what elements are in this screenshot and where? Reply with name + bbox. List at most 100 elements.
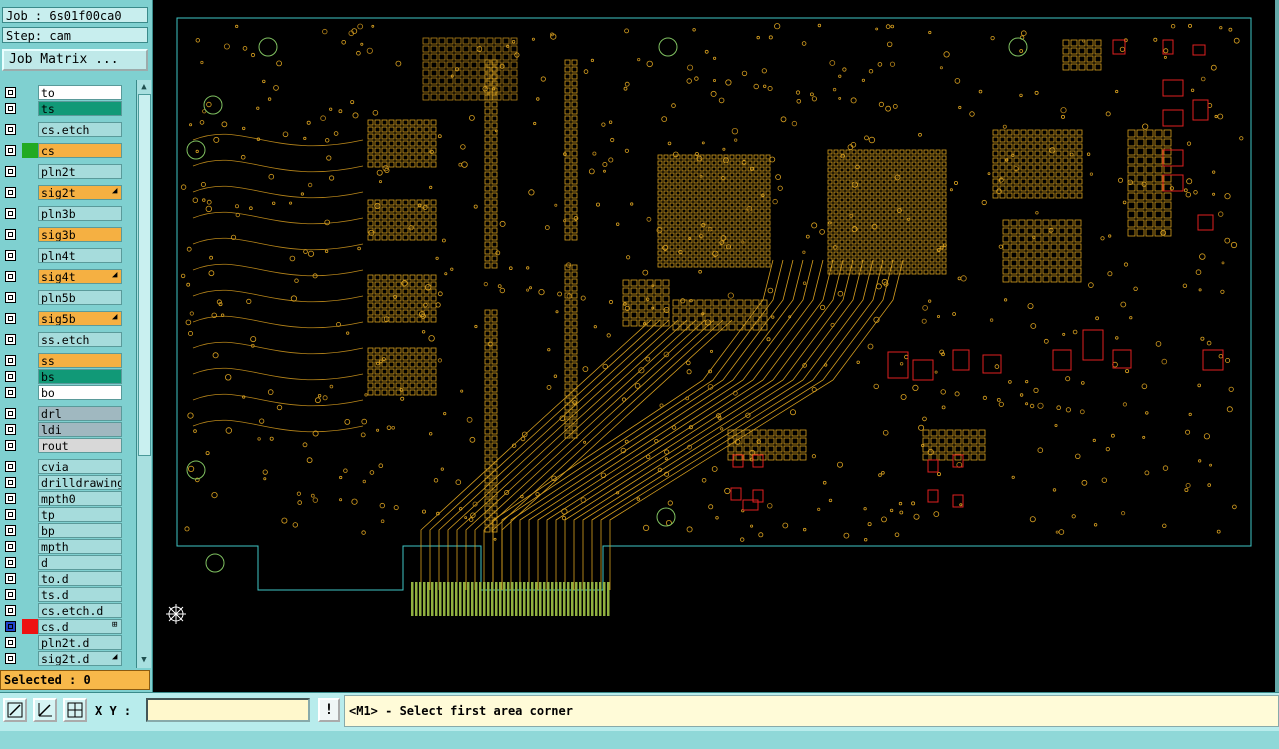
- scroll-up-arrow-icon[interactable]: ▲: [138, 81, 150, 93]
- layer-checkbox[interactable]: [5, 371, 16, 382]
- layer-row-pln5b[interactable]: pln5b: [2, 290, 136, 305]
- layer-name[interactable]: sig4t: [38, 269, 122, 284]
- layer-checkbox[interactable]: [5, 229, 16, 240]
- layer-checkbox[interactable]: [5, 145, 16, 156]
- layer-checkbox[interactable]: [5, 541, 16, 552]
- layer-row-mpth[interactable]: mpth: [2, 539, 136, 554]
- layer-row-pln4t[interactable]: pln4t: [2, 248, 136, 263]
- layer-list-scrollbar[interactable]: ▲ ▼: [136, 80, 151, 668]
- layer-name[interactable]: ss: [38, 353, 122, 368]
- layer-row-ts[interactable]: ts: [2, 101, 136, 116]
- layer-name[interactable]: pln4t: [38, 248, 122, 263]
- layer-name[interactable]: cs.d: [38, 619, 122, 634]
- layer-checkbox[interactable]: [5, 187, 16, 198]
- layer-name[interactable]: to.d: [38, 571, 122, 586]
- layer-row-cvia[interactable]: cvia: [2, 459, 136, 474]
- layer-checkbox[interactable]: [5, 313, 16, 324]
- layer-name[interactable]: drilldrawing: [38, 475, 122, 490]
- layer-row-sig3b[interactable]: sig3b: [2, 227, 136, 242]
- layer-row-sig2t[interactable]: sig2t ◢: [2, 185, 136, 200]
- layer-checkbox[interactable]: [5, 334, 16, 345]
- layer-checkbox[interactable]: [5, 509, 16, 520]
- layer-checkbox[interactable]: [5, 103, 16, 114]
- layer-name[interactable]: ldi: [38, 422, 122, 437]
- layer-row-d[interactable]: d: [2, 555, 136, 570]
- layer-checkbox[interactable]: [5, 637, 16, 648]
- layer-row-pln2t[interactable]: pln2t: [2, 164, 136, 179]
- scroll-thumb[interactable]: [138, 94, 151, 456]
- layer-checkbox[interactable]: [5, 87, 16, 98]
- layer-name[interactable]: bo: [38, 385, 122, 400]
- layer-row-sig5b[interactable]: sig5b ◢: [2, 311, 136, 326]
- pcb-board-view[interactable]: [153, 0, 1275, 692]
- layer-row-drilldrawing[interactable]: drilldrawing: [2, 475, 136, 490]
- layer-checkbox[interactable]: [5, 557, 16, 568]
- layer-name[interactable]: ts.d: [38, 587, 122, 602]
- layer-name[interactable]: cs.etch.d: [38, 603, 122, 618]
- layer-checkbox[interactable]: [5, 424, 16, 435]
- layer-row-bp[interactable]: bp: [2, 523, 136, 538]
- layer-name[interactable]: rout: [38, 438, 122, 453]
- layer-checkbox[interactable]: [5, 166, 16, 177]
- layer-checkbox[interactable]: [5, 573, 16, 584]
- layer-name[interactable]: bp: [38, 523, 122, 538]
- layer-checkbox[interactable]: [5, 589, 16, 600]
- layer-row-bs[interactable]: bs: [2, 369, 136, 384]
- layer-checkbox[interactable]: [5, 387, 16, 398]
- layer-checkbox[interactable]: [5, 355, 16, 366]
- layer-row-rout[interactable]: rout: [2, 438, 136, 453]
- layer-name[interactable]: sig2t: [38, 185, 122, 200]
- snap-grid-icon[interactable]: [63, 698, 87, 722]
- layer-checkbox[interactable]: [5, 477, 16, 488]
- layer-checkbox[interactable]: [5, 250, 16, 261]
- layer-name[interactable]: pln2t: [38, 164, 122, 179]
- layer-row-bo[interactable]: bo: [2, 385, 136, 400]
- layer-name[interactable]: pln2t.d: [38, 635, 122, 650]
- measure-icon[interactable]: [33, 698, 57, 722]
- layer-name[interactable]: tp: [38, 507, 122, 522]
- layer-checkbox[interactable]: [5, 525, 16, 536]
- layer-row-cs[interactable]: cs: [2, 143, 136, 158]
- layer-row-mpth0[interactable]: mpth0: [2, 491, 136, 506]
- layer-checkbox[interactable]: [5, 621, 16, 632]
- layer-row-ss[interactable]: ss: [2, 353, 136, 368]
- layer-checkbox[interactable]: [5, 271, 16, 282]
- layer-name[interactable]: to: [38, 85, 122, 100]
- layer-name[interactable]: mpth: [38, 539, 122, 554]
- layer-row-sig4t[interactable]: sig4t ◢: [2, 269, 136, 284]
- layer-checkbox[interactable]: [5, 605, 16, 616]
- layer-name[interactable]: ss.etch: [38, 332, 122, 347]
- layer-checkbox[interactable]: [5, 124, 16, 135]
- layer-checkbox[interactable]: [5, 653, 16, 664]
- layer-name[interactable]: d: [38, 555, 122, 570]
- layer-row-cs-d[interactable]: cs.d ⊞: [2, 619, 136, 634]
- layer-row-tp[interactable]: tp: [2, 507, 136, 522]
- layer-name[interactable]: cvia: [38, 459, 122, 474]
- layer-row-to-d[interactable]: to.d: [2, 571, 136, 586]
- layer-name[interactable]: cs: [38, 143, 122, 158]
- job-matrix-button[interactable]: Job Matrix ...: [2, 49, 148, 71]
- scroll-down-arrow-icon[interactable]: ▼: [138, 654, 150, 666]
- layer-row-pln2t-d[interactable]: pln2t.d: [2, 635, 136, 650]
- xy-input[interactable]: [146, 698, 310, 722]
- layer-checkbox[interactable]: [5, 461, 16, 472]
- canvas-scrollbar[interactable]: [1275, 0, 1279, 692]
- layer-name[interactable]: pln5b: [38, 290, 122, 305]
- layer-name[interactable]: sig5b: [38, 311, 122, 326]
- layer-checkbox[interactable]: [5, 292, 16, 303]
- layer-checkbox[interactable]: [5, 440, 16, 451]
- zoom-area-icon[interactable]: [3, 698, 27, 722]
- layer-name[interactable]: sig2t.d: [38, 651, 122, 666]
- layer-checkbox[interactable]: [5, 408, 16, 419]
- graphic-canvas[interactable]: [153, 0, 1275, 692]
- layer-row-ts-d[interactable]: ts.d: [2, 587, 136, 602]
- layer-name[interactable]: drl: [38, 406, 122, 421]
- layer-name[interactable]: pln3b: [38, 206, 122, 221]
- layer-row-ss-etch[interactable]: ss.etch: [2, 332, 136, 347]
- layer-checkbox[interactable]: [5, 493, 16, 504]
- layer-name[interactable]: cs.etch: [38, 122, 122, 137]
- layer-row-cs-etch[interactable]: cs.etch: [2, 122, 136, 137]
- layer-row-sig2t-d[interactable]: sig2t.d ◢: [2, 651, 136, 666]
- alert-button[interactable]: !: [318, 698, 340, 722]
- layer-name[interactable]: sig3b: [38, 227, 122, 242]
